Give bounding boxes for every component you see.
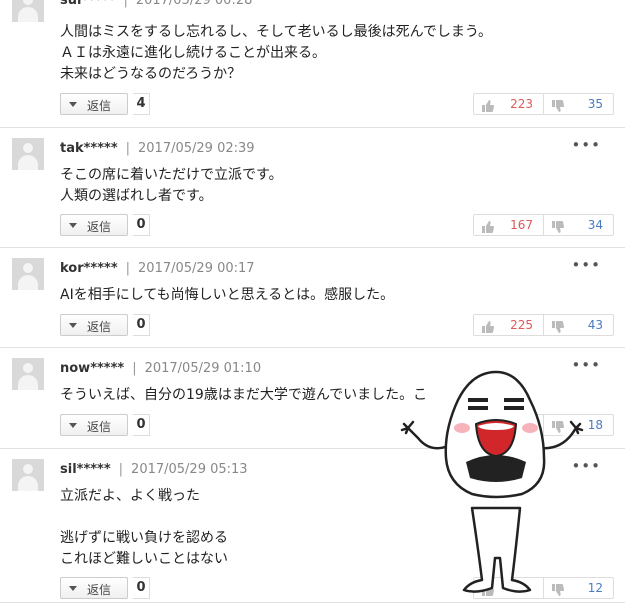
reply-label: 返信 [87,220,112,234]
reply-button[interactable]: 返信 [60,314,128,336]
dislike-count: 43 [587,318,603,332]
caret-down-icon [69,323,77,328]
username[interactable]: sil***** [60,462,111,477]
vote-group: 167 34 [473,214,614,236]
onigiri-mascot-sticker [400,370,584,593]
comment-body: 人間はミスをするし忘れるし、そして老いるし最後は死んでしまう。 ＡＩは永遠に進化し… [60,22,492,85]
timestamp: 2017/05/29 00:28 [135,0,253,8]
vote-group: 223 35 [473,93,614,115]
thumbs-down-icon [551,98,564,112]
reply-button[interactable]: 返信 [60,577,128,599]
comment-line: 逃げずに戦い負けを認める [60,530,228,546]
dislike-count: 18 [587,418,603,432]
username[interactable]: sui***** [60,0,115,8]
caret-down-icon [69,102,77,107]
reply-count: 0 [133,414,150,436]
reply-label: 返信 [87,420,112,434]
reply-button[interactable]: 返信 [60,414,128,436]
thumbs-down-icon [551,219,564,233]
reply-button[interactable]: 返信 [60,214,128,236]
reply-count: 4 [133,93,150,115]
comment-meta: now***** | 2017/05/29 01:10 [60,361,261,376]
more-dots-icon: ••• [571,0,601,6]
more-options-button[interactable]: ••• [571,256,601,274]
caret-down-icon [69,223,77,228]
dislike-count: 12 [587,581,603,595]
reply-count: 0 [133,577,150,599]
like-count: 167 [510,218,533,232]
dislike-button[interactable]: 35 [544,94,613,114]
reply-label: 返信 [87,320,112,334]
reply-button[interactable]: 返信 [60,93,128,115]
dislike-count: 35 [587,97,603,111]
comment-meta: tak***** | 2017/05/29 02:39 [60,141,255,156]
avatar-icon[interactable] [12,258,44,290]
avatar-icon[interactable] [12,358,44,390]
meta-separator: | [118,462,124,477]
meta-separator: | [123,0,128,8]
timestamp: 2017/05/29 05:13 [131,462,248,477]
comment-line: そこの席に着いただけで立派です。 [60,167,283,183]
thumbs-up-icon [481,219,494,233]
more-options-button[interactable]: ••• [571,0,601,6]
reply-label: 返信 [87,99,112,113]
thumbs-down-icon [551,319,564,333]
meta-separator: | [132,361,137,376]
comment-line [60,507,228,528]
comment-line: AIを相手にしても尚悔しいと思えるとは。感服した。 [60,287,395,303]
vote-group: 225 43 [473,314,614,336]
avatar-icon[interactable] [12,459,44,491]
like-count: 223 [510,97,533,111]
like-button[interactable]: 223 [474,94,544,114]
more-dots-icon: ••• [571,136,601,154]
timestamp: 2017/05/29 00:17 [138,261,255,276]
username[interactable]: now***** [60,361,124,376]
comment-line: 人間はミスをするし忘れるし、そして老いるし最後は死んでしまう。 [60,24,493,40]
timestamp: 2017/05/29 02:39 [138,141,255,156]
comment-body: そこの席に着いただけで立派です。 人類の選ばれし者です。 [60,165,283,207]
like-count: 225 [510,318,533,332]
timestamp: 2017/05/29 01:10 [144,361,262,376]
comment-line: 人類の選ばれし者です。 [60,188,213,204]
comment-item: sui***** | 2017/05/29 00:28 ••• 人間はミスをするし忘… [0,0,625,128]
comment-item: tak***** | 2017/05/29 02:39 ••• そこの席に着いただけ… [0,128,625,248]
comment-line: これほど難しいことはない [60,551,228,567]
dislike-button[interactable]: 43 [544,315,613,335]
avatar-icon[interactable] [12,0,44,22]
comment-meta: kor***** | 2017/05/29 00:17 [60,261,255,276]
caret-down-icon [69,586,77,591]
avatar-icon[interactable] [12,138,44,170]
comment-line: 未来はどうなるのだろうか？ [60,66,242,82]
reply-label: 返信 [87,583,112,597]
comment-meta: sil***** | 2017/05/29 05:13 [60,462,248,477]
caret-down-icon [69,423,77,428]
username[interactable]: kor***** [60,261,118,276]
thumbs-up-icon [481,98,494,112]
reply-count: 0 [133,314,150,336]
comment-meta: sui***** | 2017/05/29 00:28 [60,0,252,8]
like-button[interactable]: 167 [474,215,544,235]
dislike-count: 34 [587,218,603,232]
comment-body: 立派だよ、よく戦った逃げずに戦い負けを認める これほど難しいことはない [60,486,228,570]
meta-separator: | [125,141,131,156]
comment-item: kor***** | 2017/05/29 00:17 ••• AIを相手にしても尚… [0,248,625,348]
more-dots-icon: ••• [571,256,601,274]
comment-body: AIを相手にしても尚悔しいと思えるとは。感服した。 [60,285,394,306]
more-options-button[interactable]: ••• [571,136,601,154]
like-button[interactable]: 225 [474,315,544,335]
thumbs-up-icon [481,319,494,333]
dislike-button[interactable]: 34 [544,215,613,235]
comment-line: ＡＩは永遠に進化し続けることが出来る。 [60,45,326,61]
username[interactable]: tak***** [60,141,118,156]
comment-line: 立派だよ、よく戦った [60,488,200,504]
reply-count: 0 [133,214,150,236]
meta-separator: | [125,261,131,276]
